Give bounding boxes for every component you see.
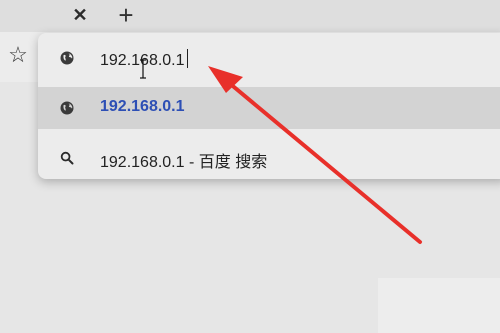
annotation-arrow bbox=[208, 66, 422, 244]
